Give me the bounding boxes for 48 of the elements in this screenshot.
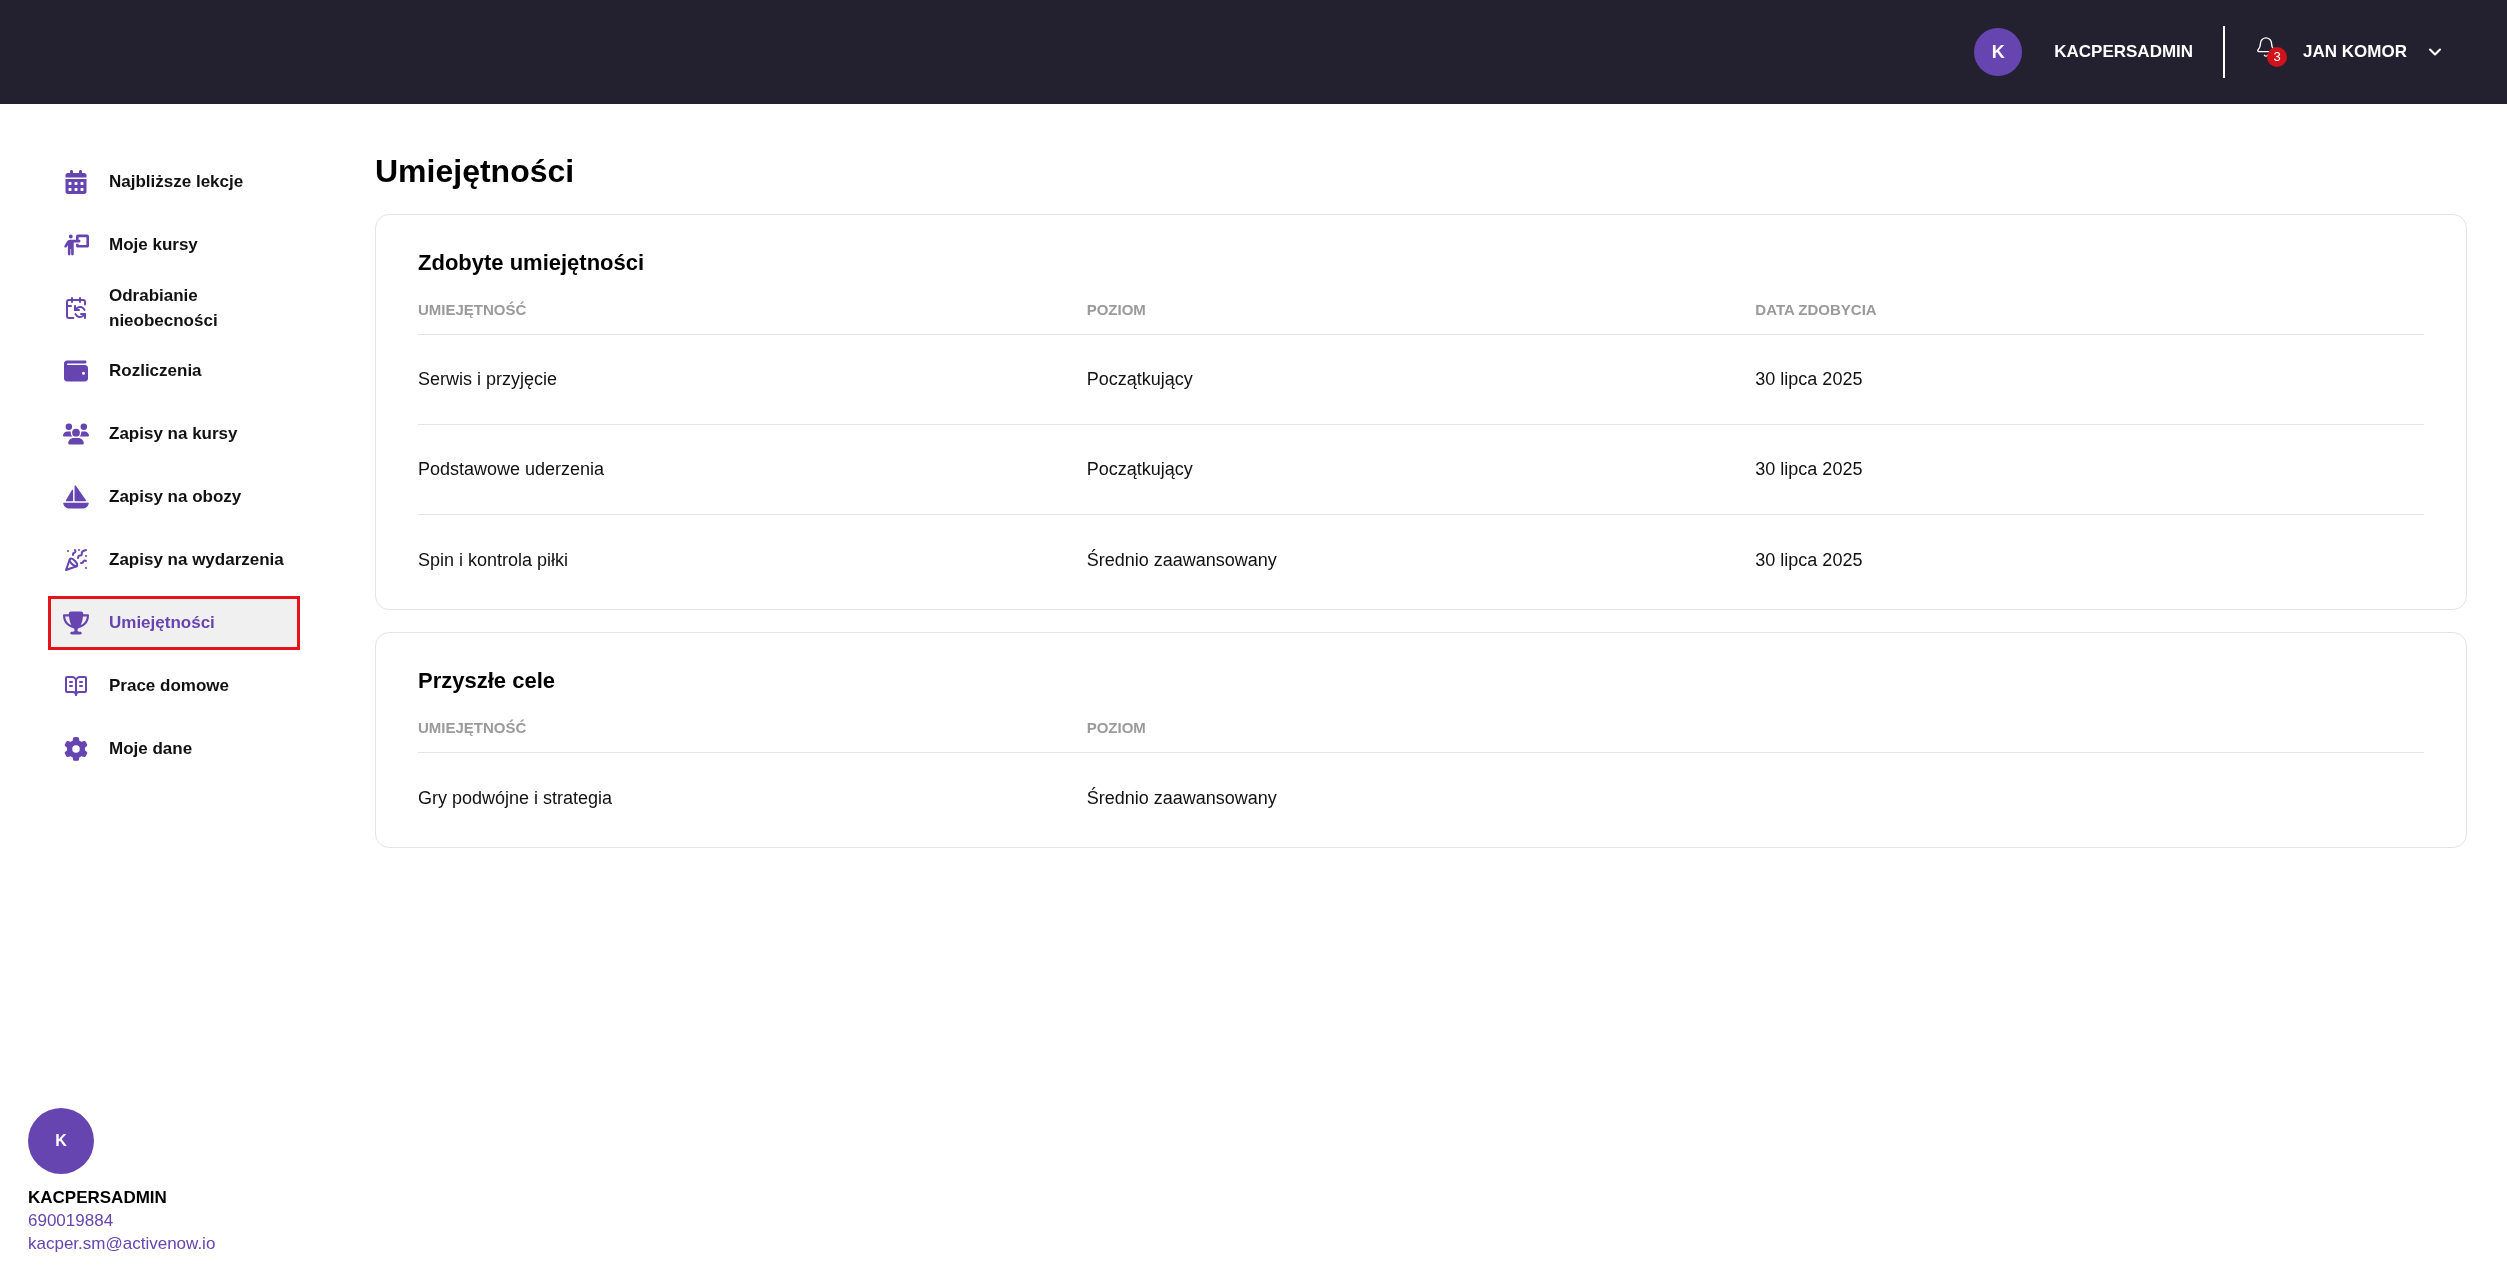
- table-cell-text: Średnio zaawansowany: [1086, 786, 1277, 810]
- sidebar-item[interactable]: Prace domowe: [48, 658, 300, 713]
- table-cell-text: Podstawowe uderzenia: [418, 458, 605, 481]
- card-title: Zdobyte umiejętności: [418, 249, 646, 277]
- sidebar-item[interactable]: Najbliższe lekcje: [48, 154, 300, 209]
- column-header: DATA ZDOBYCIA: [1755, 300, 1877, 320]
- table-cell-text: Serwis i przyjęcie: [418, 368, 558, 391]
- table-cell-text: Spin i kontrola piłki: [418, 548, 569, 572]
- table-cell-text: Początkujący: [1086, 368, 1193, 391]
- trophy-icon: [63, 610, 89, 635]
- settings-icon: [63, 736, 89, 761]
- sidebar-item[interactable]: Zapisy na wydarzenia: [48, 532, 300, 587]
- column-header: POZIOM: [1086, 718, 1146, 738]
- table-cell-text: Średnio zaawansowany: [1086, 548, 1277, 572]
- profile-phone-link[interactable]: 690019884: [28, 1209, 340, 1232]
- table-cell-text: 30 lipca 2025: [1755, 458, 1863, 481]
- account-menu-button[interactable]: JAN KOMOR: [2303, 39, 2445, 65]
- page-title: Umiejętności: [375, 152, 575, 191]
- card-title: Przyszłe cele: [418, 667, 556, 695]
- column-header: UMIEJĘTNOŚĆ: [418, 300, 527, 320]
- calendar-refresh-icon: [63, 295, 89, 320]
- sidebar-item[interactable]: Rozliczenia: [48, 343, 300, 398]
- column-header: UMIEJĘTNOŚĆ: [418, 718, 527, 738]
- sidebar-item[interactable]: Odrabianie nieobecności: [48, 279, 300, 336]
- sidebar-item[interactable]: Zapisy na kursy: [48, 406, 300, 461]
- column-header: POZIOM: [1086, 300, 1146, 320]
- table-cell-text: 30 lipca 2025: [1755, 548, 1863, 572]
- sidebar-item[interactable]: Zapisy na obozy: [48, 469, 300, 524]
- sailboat-icon: [63, 484, 89, 509]
- wallet-icon: [63, 358, 89, 383]
- profile-avatar: K: [28, 1108, 94, 1174]
- party-popper-icon: [63, 547, 89, 572]
- profile-email-link[interactable]: kacper.sm@activenow.io: [28, 1232, 340, 1255]
- sidebar-item[interactable]: Moje dane: [48, 721, 300, 776]
- teacher-board-icon: [63, 232, 89, 257]
- notification-bell[interactable]: 3: [2255, 34, 2290, 70]
- sidebar-item[interactable]: Moje kursy: [48, 217, 300, 272]
- table-cell-text: Początkujący: [1086, 458, 1193, 481]
- notification-count-badge: 3: [2267, 47, 2288, 67]
- open-book-icon: [63, 673, 89, 698]
- profile-name: KACPERSADMIN: [28, 1187, 168, 1209]
- table-cell-text: 30 lipca 2025: [1755, 368, 1863, 391]
- sidebar-item[interactable]: Umiejętności: [48, 595, 300, 650]
- user-avatar[interactable]: K: [1974, 28, 2023, 76]
- table-cell-text: Gry podwójne i strategia: [418, 786, 613, 810]
- people-group-icon: [63, 421, 89, 446]
- calendar-icon: [63, 169, 89, 194]
- user-name: KACPERSADMIN: [2054, 41, 2194, 64]
